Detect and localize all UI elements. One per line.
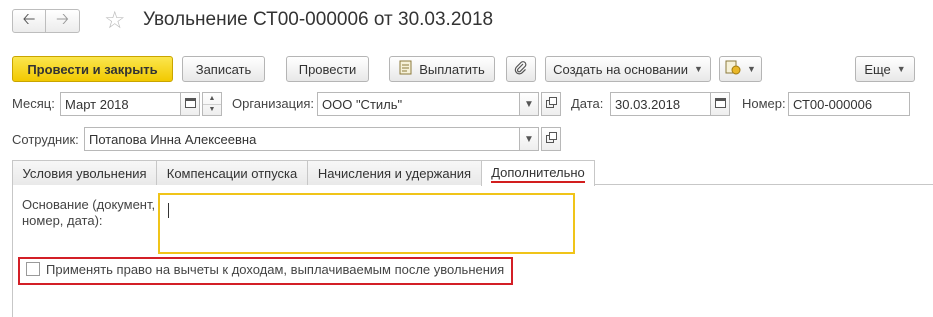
basis-label: Основание (документ, номер, дата):	[22, 197, 156, 228]
calendar-icon	[714, 97, 726, 111]
open-link-icon	[545, 132, 557, 146]
post-and-close-button[interactable]: Провести и закрыть	[12, 56, 173, 82]
back-button[interactable]: 🡠	[12, 9, 46, 33]
date-field[interactable]: 30.03.2018	[610, 92, 711, 116]
paperclip-icon	[514, 60, 528, 78]
pay-button[interactable]: Выплатить	[389, 56, 495, 82]
post-button[interactable]: Провести	[286, 56, 369, 82]
employee-label: Сотрудник:	[12, 132, 79, 147]
tab-vacation-compensation[interactable]: Компенсации отпуска	[156, 160, 308, 185]
deductions-checkbox[interactable]	[26, 262, 40, 276]
text-cursor	[168, 203, 169, 218]
number-field[interactable]: СТ00-000006	[788, 92, 910, 116]
save-button[interactable]: Записать	[182, 56, 265, 82]
chevron-up-icon[interactable]: ▲	[203, 93, 221, 104]
tab-accruals-deductions[interactable]: Начисления и удержания	[307, 160, 482, 185]
chevron-down-icon: ▼	[896, 64, 906, 74]
tab-dismissal-conditions[interactable]: Условия увольнения	[12, 160, 157, 185]
number-label: Номер:	[742, 96, 786, 111]
star-icon[interactable]: ☆	[104, 7, 126, 35]
create-based-on-button[interactable]: Создать на основании ▼	[545, 56, 711, 82]
employee-dropdown-button[interactable]: ▼	[519, 127, 539, 151]
chevron-down-icon: ▼	[524, 133, 534, 145]
date-calendar-button[interactable]	[710, 92, 730, 116]
forward-button[interactable]: 🡢	[46, 9, 80, 33]
basis-input[interactable]	[158, 193, 575, 254]
page-title: Увольнение СТ00-000006 от 30.03.2018	[143, 9, 494, 30]
organization-open-button[interactable]	[541, 92, 561, 116]
tab-additional[interactable]: Дополнительно	[481, 160, 595, 186]
organization-dropdown-button[interactable]: ▼	[519, 92, 539, 116]
employee-field[interactable]: Потапова Инна Алексеевна	[84, 127, 520, 151]
attach-button[interactable]	[506, 56, 536, 82]
print-menu-button[interactable]: ▼	[719, 56, 762, 82]
chevron-down-icon: ▼	[524, 98, 534, 110]
month-label: Месяц:	[12, 96, 55, 111]
calendar-icon	[184, 97, 196, 111]
arrow-right-icon: 🡢	[56, 10, 69, 28]
organization-label: Организация:	[232, 96, 315, 111]
deductions-checkbox-label[interactable]: Применять право на вычеты к доходам, вып…	[46, 262, 504, 277]
report-icon	[725, 60, 741, 78]
calendar-button[interactable]	[180, 92, 200, 116]
document-icon	[399, 60, 413, 78]
more-button[interactable]: Еще ▼	[855, 56, 915, 82]
organization-field[interactable]: ООО "Стиль"	[317, 92, 520, 116]
chevron-down-icon[interactable]: ▼	[203, 103, 221, 116]
open-link-icon	[545, 97, 557, 111]
employee-open-button[interactable]	[541, 127, 561, 151]
month-stepper[interactable]: ▲ ▼	[202, 92, 222, 116]
date-label: Дата:	[571, 96, 604, 111]
chevron-down-icon: ▼	[693, 64, 703, 74]
chevron-down-icon: ▼	[747, 64, 756, 74]
arrow-left-icon: 🡠	[22, 10, 36, 28]
month-field[interactable]: Март 2018	[60, 92, 181, 116]
